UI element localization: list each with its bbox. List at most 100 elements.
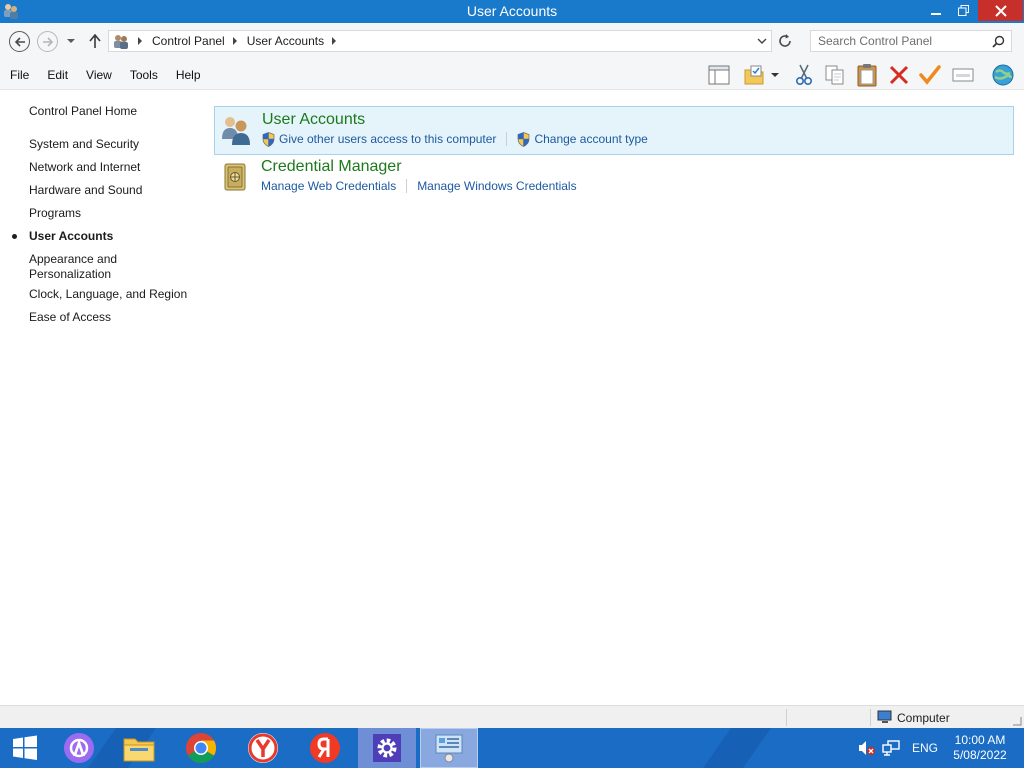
internet-options-button[interactable]: [990, 63, 1016, 87]
task-label[interactable]: Manage Web Credentials: [261, 179, 396, 193]
minimize-button[interactable]: [922, 0, 950, 21]
address-bar[interactable]: Control Panel User Accounts: [108, 30, 772, 52]
task-change-account-type[interactable]: Change account type: [517, 131, 648, 147]
properties-icon: [952, 68, 974, 82]
taskbar-stripe: [681, 728, 779, 768]
task-label[interactable]: Manage Windows Credentials: [417, 179, 576, 193]
menu-view[interactable]: View: [76, 60, 120, 90]
sidebar-item-system-and-security[interactable]: System and Security: [29, 137, 194, 152]
forward-button[interactable]: [37, 31, 58, 52]
taskbar-yandex-browser[interactable]: [234, 728, 292, 768]
clock-time: 10:00 AM: [954, 733, 1006, 747]
task-manage-windows-credentials[interactable]: Manage Windows Credentials: [417, 179, 576, 193]
address-history-chevron-down-icon[interactable]: [757, 36, 767, 46]
folder-options-dropdown[interactable]: [768, 63, 782, 87]
breadcrumb-chevron-right-icon[interactable]: [136, 36, 144, 46]
credential-vault-icon: [224, 163, 246, 191]
sidebar-item-appearance-and-personalization[interactable]: Appearance and Personalization: [29, 252, 139, 282]
breadcrumb-user-accounts[interactable]: User Accounts: [247, 34, 324, 48]
taskbar-control-panel[interactable]: [420, 728, 478, 768]
navigation-bar: Control Panel User Accounts: [0, 23, 1024, 60]
task-separator: [506, 132, 508, 146]
breadcrumb-chevron-right-icon[interactable]: [330, 36, 338, 46]
back-button[interactable]: [9, 31, 30, 52]
menu-edit[interactable]: Edit: [37, 60, 76, 90]
folder-options-button[interactable]: [742, 63, 768, 87]
toolbar: [700, 60, 1024, 90]
taskbar-chrome[interactable]: [172, 728, 230, 768]
task-manage-web-credentials[interactable]: Manage Web Credentials: [261, 179, 396, 193]
category-title[interactable]: Credential Manager: [261, 158, 402, 176]
delete-button[interactable]: [886, 63, 912, 87]
window-title: User Accounts: [466, 3, 558, 19]
layout-button[interactable]: [706, 63, 732, 87]
sidebar-item-clock-language-and-region[interactable]: Clock, Language, and Region: [29, 287, 194, 302]
sidebar-control-panel-home[interactable]: Control Panel Home: [29, 104, 194, 119]
task-label[interactable]: Change account type: [534, 132, 647, 146]
menu-tools[interactable]: Tools: [120, 60, 166, 90]
title-bar: User Accounts: [0, 0, 1024, 23]
breadcrumb-control-panel[interactable]: Control Panel: [152, 34, 225, 48]
start-button[interactable]: [0, 728, 50, 768]
volume-muted-button[interactable]: [858, 728, 876, 768]
search-input[interactable]: [811, 31, 981, 51]
taskbar-yandex-app[interactable]: [296, 728, 354, 768]
status-bar: Computer: [0, 705, 1024, 728]
yandex-browser-icon: [248, 733, 278, 763]
category-user-accounts[interactable]: User Accounts Give other users access to…: [214, 106, 1014, 155]
check-button[interactable]: [917, 63, 943, 87]
paste-icon: [857, 64, 877, 87]
cut-button[interactable]: [791, 63, 817, 87]
layout-icon: [708, 65, 730, 85]
language-indicator[interactable]: ENG: [912, 728, 938, 768]
paste-button[interactable]: [854, 63, 880, 87]
uac-shield-icon: [262, 131, 275, 147]
taskbar-file-explorer[interactable]: [110, 728, 168, 768]
recent-locations-chevron-down-icon[interactable]: [66, 36, 76, 46]
alice-assistant-icon: [64, 733, 94, 763]
search-box[interactable]: [810, 30, 1012, 52]
category-credential-manager[interactable]: Credential Manager Manage Web Credential…: [214, 154, 1014, 203]
sidebar-item-ease-of-access[interactable]: Ease of Access: [29, 310, 194, 325]
menu-file[interactable]: File: [0, 60, 37, 90]
breadcrumb-chevron-right-icon[interactable]: [231, 36, 239, 46]
taskbar-alice-assistant[interactable]: [50, 728, 108, 768]
close-button[interactable]: [978, 0, 1023, 21]
cut-icon: [795, 64, 813, 86]
task-label[interactable]: Give other users access to this computer: [279, 132, 496, 146]
sidebar-item-programs[interactable]: Programs: [29, 206, 194, 221]
sidebar: Control Panel Home System and Security N…: [0, 90, 200, 702]
clock[interactable]: 10:00 AM 5/08/2022: [950, 733, 1010, 763]
control-panel-location-icon: [114, 35, 128, 49]
sidebar-item-network-and-internet[interactable]: Network and Internet: [29, 160, 194, 175]
menu-help[interactable]: Help: [166, 60, 209, 90]
taskbar-settings[interactable]: [358, 728, 416, 768]
task-separator: [406, 179, 408, 193]
refresh-icon[interactable]: [776, 32, 794, 50]
uac-shield-icon: [518, 131, 530, 147]
clock-date: 5/08/2022: [953, 748, 1007, 762]
task-give-other-users-access[interactable]: Give other users access to this computer: [262, 131, 496, 147]
folder-options-icon: [744, 65, 764, 85]
speaker-muted-icon: [859, 741, 875, 755]
arrow-right-icon: [42, 36, 53, 47]
user-accounts-icon: [222, 117, 250, 145]
copy-button[interactable]: [822, 63, 848, 87]
resize-grip-icon[interactable]: [1012, 716, 1022, 726]
sidebar-item-hardware-and-sound[interactable]: Hardware and Sound: [29, 183, 194, 198]
up-arrow-icon[interactable]: [88, 33, 102, 49]
restore-icon: [957, 5, 969, 16]
network-button[interactable]: [882, 728, 900, 768]
close-icon: [994, 4, 1007, 17]
search-icon[interactable]: [992, 35, 1005, 48]
sidebar-item-user-accounts[interactable]: User Accounts: [29, 229, 194, 244]
menu-bar: File Edit View Tools Help: [0, 60, 209, 90]
current-item-bullet: [12, 234, 17, 239]
properties-button[interactable]: [950, 63, 976, 87]
category-title[interactable]: User Accounts: [262, 111, 365, 129]
category-links: Manage Web Credentials Manage Windows Cr…: [261, 178, 577, 194]
chrome-icon: [186, 733, 217, 764]
file-explorer-icon: [123, 738, 155, 762]
minimize-icon: [931, 12, 941, 15]
restore-button[interactable]: [950, 0, 976, 21]
